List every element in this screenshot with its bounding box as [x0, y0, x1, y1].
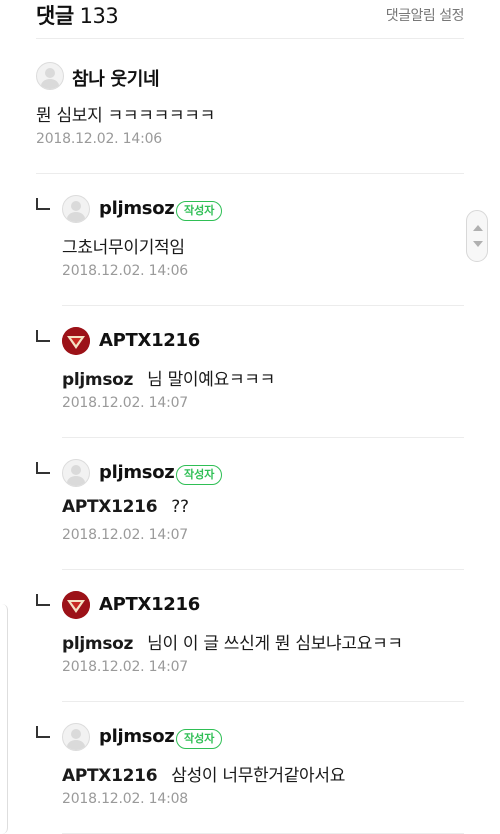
reply-item: pljmsoz 작성자 APTX1216?? 2018.12.02. 14:07 [0, 438, 500, 570]
reply-item: pljmsoz 작성자 그쵸너무이기적임 2018.12.02. 14:06 [0, 174, 500, 306]
reply-arrow-icon [36, 462, 50, 474]
comments-title-label: 댓글 [36, 4, 74, 28]
comment-text: 뭔 심보지 ㅋㅋㅋㅋㅋㅋㅋ [36, 101, 215, 126]
scroll-down-icon [473, 241, 483, 247]
reply-mention[interactable]: APTX1216 [62, 497, 158, 517]
reply-arrow-icon [36, 198, 50, 210]
default-avatar-icon[interactable] [62, 195, 90, 223]
reply-arrow-icon [36, 330, 50, 342]
reply-date: 2018.12.02. 14:07 [62, 527, 189, 543]
header-divider [36, 38, 464, 39]
reply-text-content: 님 말이예요ㅋㅋㅋ [147, 370, 275, 390]
reply-item: pljmsoz 작성자 APTX1216 삼성이 너무한거같아서요 2018.12… [0, 702, 500, 834]
red-emblem-avatar-icon[interactable] [62, 327, 90, 355]
reply-text-content: 삼성이 너무한거같아서요 [171, 766, 346, 786]
reply-text: APTX1216?? [62, 497, 189, 517]
reply-mention[interactable]: APTX1216 [62, 766, 158, 786]
comment-item: 참나 웃기네 뭔 심보지 ㅋㅋㅋㅋㅋㅋㅋ 2018.12.02. 14:06 [0, 40, 500, 174]
comments-header: 댓글 133 댓글알림 설정 [0, 0, 500, 30]
reply-item: APTX1216 pljmsoz 님 말이예요ㅋㅋㅋ 2018.12.02. 14… [0, 306, 500, 438]
scroll-up-icon [473, 225, 483, 231]
reply-text-content: ?? [171, 497, 189, 517]
reply-arrow-icon [36, 726, 50, 738]
reply-date: 2018.12.02. 14:07 [62, 395, 189, 411]
reply-text-content: 그쵸너무이기적임 [62, 238, 185, 258]
author-badge: 작성자 [176, 201, 223, 221]
comment-nickname[interactable]: 참나 웃기네 [72, 65, 160, 91]
author-badge: 작성자 [176, 465, 223, 485]
reply-text: 그쵸너무이기적임 [62, 233, 185, 258]
comment-notification-settings-button[interactable]: 댓글알림 설정 [386, 5, 465, 25]
reply-text: APTX1216 삼성이 너무한거같아서요 [62, 761, 345, 786]
reply-text-content: 님이 이 글 쓰신게 뭔 심보냐고요ㅋㅋ [147, 634, 403, 654]
default-avatar-icon[interactable] [62, 723, 90, 751]
reply-nickname[interactable]: pljmsoz [99, 198, 175, 219]
edge-panel-handle[interactable] [0, 604, 8, 834]
reply-item: APTX1216 pljmsoz 님이 이 글 쓰신게 뭔 심보냐고요ㅋㅋ 201… [0, 570, 500, 702]
reply-text: pljmsoz 님이 이 글 쓰신게 뭔 심보냐고요ㅋㅋ [62, 629, 403, 654]
reply-mention[interactable]: pljmsoz [62, 634, 133, 654]
comments-title: 댓글 133 [36, 0, 119, 30]
reply-date: 2018.12.02. 14:07 [62, 659, 189, 675]
reply-arrow-icon [36, 594, 50, 606]
default-avatar-icon[interactable] [36, 62, 64, 90]
comment-text-content: 뭔 심보지 ㅋㅋㅋㅋㅋㅋㅋ [36, 106, 215, 126]
default-avatar-icon[interactable] [62, 459, 90, 487]
reply-mention[interactable]: pljmsoz [62, 370, 133, 390]
scroll-handle[interactable] [466, 210, 488, 262]
comment-count: 133 [79, 4, 119, 28]
reply-nickname[interactable]: APTX1216 [99, 330, 200, 351]
author-badge: 작성자 [176, 729, 223, 749]
comment-date: 2018.12.02. 14:06 [36, 131, 163, 147]
reply-nickname[interactable]: pljmsoz [99, 462, 175, 483]
reply-nickname[interactable]: APTX1216 [99, 594, 200, 615]
reply-date: 2018.12.02. 14:08 [62, 791, 189, 807]
reply-date: 2018.12.02. 14:06 [62, 263, 189, 279]
reply-text: pljmsoz 님 말이예요ㅋㅋㅋ [62, 365, 275, 390]
reply-nickname[interactable]: pljmsoz [99, 726, 175, 747]
red-emblem-avatar-icon[interactable] [62, 591, 90, 619]
